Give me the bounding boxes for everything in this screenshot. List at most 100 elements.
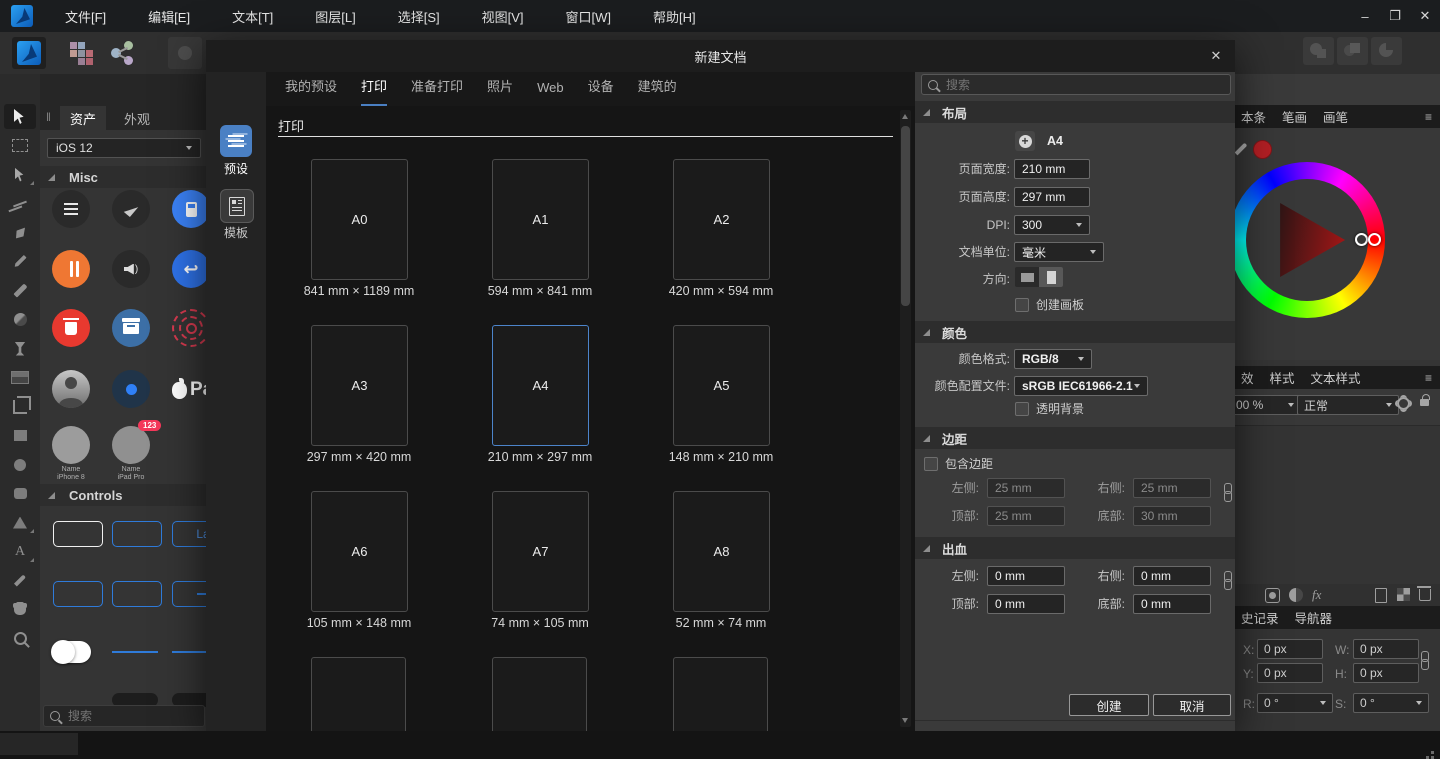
margin-right-field[interactable]: 25 mm	[1133, 478, 1211, 498]
assets-search[interactable]	[43, 705, 205, 727]
brush-tool[interactable]	[0, 276, 40, 305]
control-separator[interactable]	[112, 651, 158, 653]
dialog-close-icon[interactable]: ✕	[1205, 46, 1227, 66]
control-button-blue[interactable]	[53, 581, 103, 607]
preset-a9[interactable]: A9	[311, 657, 406, 731]
tab-brushes[interactable]: 画笔	[1323, 107, 1348, 126]
ellipse-tool[interactable]	[0, 450, 40, 479]
transparency-tool[interactable]	[0, 334, 40, 363]
scroll-down-icon[interactable]	[902, 718, 908, 723]
create-artboard-option[interactable]: 创建画板	[1015, 296, 1084, 313]
menu-layer[interactable]: 图层[L]	[294, 0, 376, 32]
toolbar-button-partial[interactable]	[168, 37, 202, 69]
page-width-field[interactable]: 210 mm	[1014, 159, 1090, 179]
hand-tool[interactable]	[0, 595, 40, 624]
color-wheel[interactable]	[1235, 162, 1385, 318]
rectangle-tool[interactable]	[0, 421, 40, 450]
asset-fingerprint-icon[interactable]	[172, 309, 210, 347]
menu-select[interactable]: 选择[S]	[377, 0, 461, 32]
current-color-swatch[interactable]	[1253, 140, 1272, 159]
bleed-top-field[interactable]: 0 mm	[987, 594, 1065, 614]
asset-iphone-placeholder[interactable]	[52, 426, 90, 464]
settings-search[interactable]	[921, 74, 1231, 95]
blend-mode-dropdown[interactable]: 正常	[1297, 395, 1399, 415]
tab-my-presets[interactable]: 我的预设	[285, 76, 337, 106]
section-bleed[interactable]: 出血	[915, 537, 1235, 559]
margin-top-field[interactable]: 25 mm	[987, 506, 1065, 526]
color-picker-tool[interactable]	[0, 566, 40, 595]
panel-drag-handle[interactable]: ‖	[46, 110, 52, 124]
control-button-blue[interactable]	[112, 581, 162, 607]
transparent-bg-checkbox[interactable]	[1015, 402, 1029, 416]
checker-icon[interactable]	[1397, 588, 1410, 601]
adjustment-icon[interactable]	[1289, 588, 1303, 602]
crop-tool[interactable]	[0, 392, 40, 421]
move-tool[interactable]	[0, 102, 40, 131]
asset-ipad-placeholder[interactable]	[112, 426, 150, 464]
asset-record-dot-icon[interactable]	[112, 370, 150, 408]
tab-navigator[interactable]: 导航器	[1295, 608, 1333, 627]
preset-a5[interactable]: A5	[673, 325, 770, 446]
menu-edit[interactable]: 编辑[E]	[127, 0, 211, 32]
include-margins-option[interactable]: 包含边距	[924, 455, 993, 472]
asset-trash-icon[interactable]	[52, 309, 90, 347]
panel-menu-icon[interactable]: ≡	[1425, 371, 1432, 385]
asset-restaurant-icon[interactable]	[52, 250, 90, 288]
preset-letter[interactable]: Letter	[673, 657, 768, 731]
boolean-divide-button[interactable]	[1371, 37, 1402, 65]
preset-a0[interactable]: A0	[311, 159, 408, 280]
assets-search-input[interactable]	[66, 708, 180, 724]
close-window-button[interactable]: ✕	[1410, 0, 1440, 32]
color-format-dropdown[interactable]: RGB/8	[1014, 349, 1092, 369]
new-layer-icon[interactable]	[1375, 588, 1387, 603]
preset-a8[interactable]: A8	[673, 491, 770, 612]
place-image-tool[interactable]	[0, 363, 40, 392]
bleed-right-field[interactable]: 0 mm	[1133, 566, 1211, 586]
mask-icon[interactable]	[1265, 588, 1280, 603]
preset-a10[interactable]: A10	[492, 657, 587, 731]
pencil-tool[interactable]	[0, 247, 40, 276]
control-button-blue[interactable]	[112, 521, 162, 547]
asset-fuel-icon[interactable]	[172, 190, 210, 228]
maximize-button[interactable]: ❐	[1380, 0, 1410, 32]
presets-view-button[interactable]	[220, 125, 252, 157]
settings-search-input[interactable]	[944, 77, 1198, 93]
menu-window[interactable]: 窗口[W]	[545, 0, 633, 32]
preset-a6[interactable]: A6	[311, 491, 408, 612]
units-dropdown[interactable]: 毫米	[1014, 242, 1104, 262]
tab-styles[interactable]: 样式	[1270, 368, 1295, 387]
boolean-subtract-button[interactable]	[1337, 37, 1368, 65]
tab-text-styles[interactable]: 文本样式	[1311, 368, 1361, 387]
asset-category-dropdown[interactable]: iOS 12	[47, 138, 201, 158]
shape-tool[interactable]	[0, 508, 40, 537]
tab-history[interactable]: 史记录	[1241, 608, 1279, 627]
preset-a2[interactable]: A2	[673, 159, 770, 280]
margin-left-field[interactable]: 25 mm	[987, 478, 1065, 498]
share-icon[interactable]	[106, 37, 140, 69]
tab-photo[interactable]: 照片	[487, 76, 513, 106]
lock-icon[interactable]	[1420, 399, 1429, 406]
triangle-handle[interactable]	[1355, 233, 1368, 246]
preset-scrollbar[interactable]	[900, 110, 911, 727]
rounded-rectangle-tool[interactable]	[0, 479, 40, 508]
pen-tool[interactable]	[0, 218, 40, 247]
asset-reply-icon[interactable]: ↩	[172, 250, 210, 288]
gear-icon[interactable]	[1397, 397, 1410, 410]
artboard-tool[interactable]	[0, 131, 40, 160]
include-margins-checkbox[interactable]	[924, 457, 938, 471]
resize-grip[interactable]	[1431, 751, 1434, 754]
section-header-controls[interactable]: Controls	[40, 484, 210, 506]
asset-speaker-icon[interactable]: )	[112, 250, 150, 288]
minimize-button[interactable]: –	[1350, 0, 1380, 32]
orientation-portrait-button[interactable]	[1039, 267, 1063, 287]
app-icon[interactable]	[0, 0, 44, 32]
tab-print[interactable]: 打印	[361, 76, 387, 106]
transform-y-field[interactable]: 0 px	[1257, 663, 1323, 683]
tab-stroke[interactable]: 笔画	[1282, 107, 1307, 126]
asset-list-icon[interactable]	[52, 190, 90, 228]
tab-effects[interactable]: 效	[1241, 368, 1254, 387]
create-button[interactable]: 创建	[1069, 694, 1149, 716]
boolean-add-button[interactable]	[1303, 37, 1334, 65]
layer-opacity-dropdown[interactable]: 00 %	[1235, 395, 1301, 415]
delete-layer-icon[interactable]	[1419, 589, 1431, 601]
